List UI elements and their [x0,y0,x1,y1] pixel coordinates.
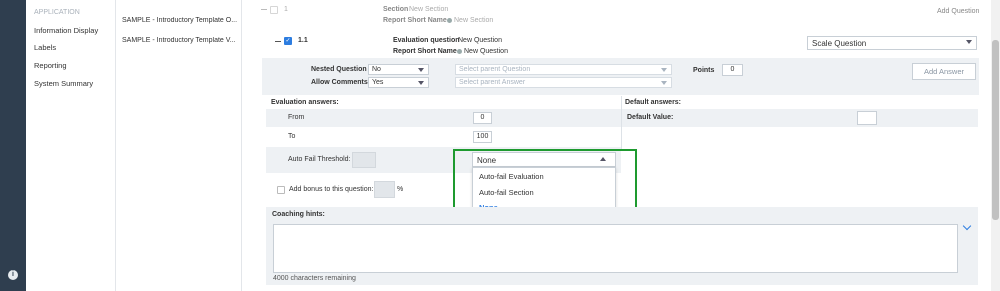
default-value-input[interactable] [857,111,877,125]
to-label: To [288,133,296,140]
chevron-down-icon [418,81,424,85]
section-checkbox[interactable] [270,6,278,14]
allow-comments-select[interactable]: Yes [368,77,429,88]
dot-icon [447,17,452,23]
parent-question-select[interactable]: Select parent Question [455,64,672,75]
scrollbar-thumb[interactable] [992,40,999,220]
coaching-hints-textarea[interactable] [273,224,958,273]
points-input[interactable]: 0 [722,64,743,76]
template-item[interactable]: SAMPLE - Introductory Template O... [122,17,240,24]
question-short-name[interactable]: New Question [455,48,508,55]
default-answers-header: Default answers: [625,99,682,106]
question-checkbox[interactable]: ✓ [284,37,292,45]
nav-item-reporting[interactable]: Reporting [34,61,67,70]
section-short-name-label: Report Short Name [383,17,447,24]
parent-question-placeholder: Select parent Question [459,66,531,73]
allow-comments-value: Yes [372,79,384,86]
chevron-down-icon [418,68,424,72]
template-item[interactable]: SAMPLE - Introductory Template V... [122,37,240,44]
collapse-icon[interactable] [261,9,267,10]
chevron-down-icon [661,68,667,72]
parent-answer-select[interactable]: Select parent Answer [455,77,672,88]
question-type-value: Scale Question [812,39,867,48]
question-type-select[interactable]: Scale Question [807,36,977,50]
parent-answer-placeholder: Select parent Answer [459,79,526,86]
nested-question-value: No [372,66,381,73]
default-value-row [622,109,978,127]
section-number: 1 [284,6,288,13]
add-question-button[interactable]: Add Question [937,8,979,15]
chevron-down-icon [661,81,667,85]
dot-icon [457,48,462,54]
eval-question-label: Evaluation question [393,37,460,44]
nav-item-labels[interactable]: Labels [34,43,56,52]
bonus-unit: % [397,186,404,193]
question-short-name-label: Report Short Name [393,48,457,55]
nav-item-system-summary[interactable]: System Summary [34,79,93,88]
auto-fail-threshold-input[interactable] [352,152,376,168]
bonus-input[interactable] [374,181,395,198]
app-rail [0,0,26,291]
section-name[interactable]: New Section [409,6,448,13]
nav-section-header: APPLICATION [34,9,80,16]
from-input[interactable]: 0 [473,112,492,124]
points-label: Points [693,67,715,74]
from-row [266,109,621,127]
nested-question-label: Nested Question [311,66,367,73]
auto-fail-label: Auto Fail Threshold: [288,156,351,163]
chevron-down-icon [966,40,972,44]
settings-nav: APPLICATION Information Display Labels R… [26,0,116,291]
default-value-label: Default Value: [627,114,674,121]
nav-item-information-display[interactable]: Information Display [34,26,98,35]
allow-comments-label: Allow Comments [311,79,368,86]
to-input[interactable]: 100 [473,131,492,143]
bonus-label: Add bonus to this question: [289,186,374,193]
question-number: 1.1 [298,37,308,44]
template-list: SAMPLE - Introductory Template O... SAMP… [116,0,242,291]
characters-remaining: 4000 characters remaining [273,275,356,282]
bonus-checkbox[interactable] [277,186,285,194]
add-answer-button[interactable]: Add Answer [912,63,976,80]
info-icon[interactable]: i [8,270,18,280]
nested-question-select[interactable]: No [368,64,429,75]
eval-answers-header: Evaluation answers: [271,99,339,106]
from-label: From [288,114,305,121]
collapse-icon[interactable] [275,41,281,42]
coaching-header: Coaching hints: [272,211,325,218]
eval-question-name[interactable]: New Question [458,37,502,44]
section-short-name[interactable]: New Section [445,17,493,24]
section-label: Section [383,6,409,13]
